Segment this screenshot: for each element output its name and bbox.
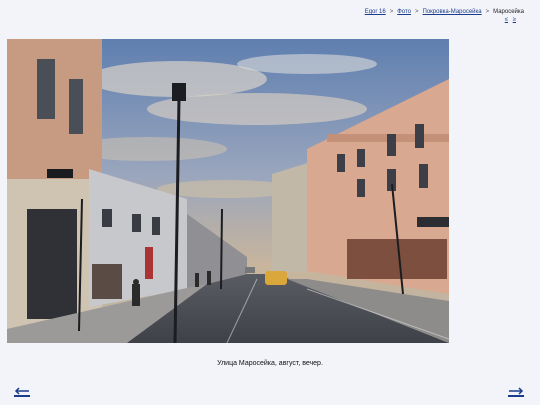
street-photo-illustration xyxy=(7,39,449,343)
breadcrumb-link-album[interactable]: Покровка-Маросейка xyxy=(423,9,482,15)
breadcrumb-separator: > xyxy=(389,9,394,15)
prev-photo-button[interactable] xyxy=(14,387,30,397)
arrow-left-icon xyxy=(14,387,29,395)
photo-pager: ≤ ≥ xyxy=(502,17,516,23)
breadcrumb-separator: > xyxy=(485,9,490,15)
breadcrumb: Egor 16 > Фото > Покровка-Маросейка > Маросейк… xyxy=(365,9,524,15)
breadcrumb-link-photo[interactable]: Фото xyxy=(397,9,411,15)
breadcrumb-link-home[interactable]: Egor 16 xyxy=(365,9,386,15)
next-photo-button[interactable] xyxy=(508,387,524,397)
photo-caption: Улица Маросейка, август, вечер. xyxy=(217,360,323,367)
breadcrumb-separator: > xyxy=(415,9,419,15)
pager-next-link[interactable]: ≥ xyxy=(513,17,516,23)
arrow-right-icon xyxy=(509,387,524,395)
pager-prev-link[interactable]: ≤ xyxy=(505,17,508,23)
main-photo[interactable] xyxy=(7,39,449,343)
breadcrumb-current: Маросейка xyxy=(493,9,524,15)
